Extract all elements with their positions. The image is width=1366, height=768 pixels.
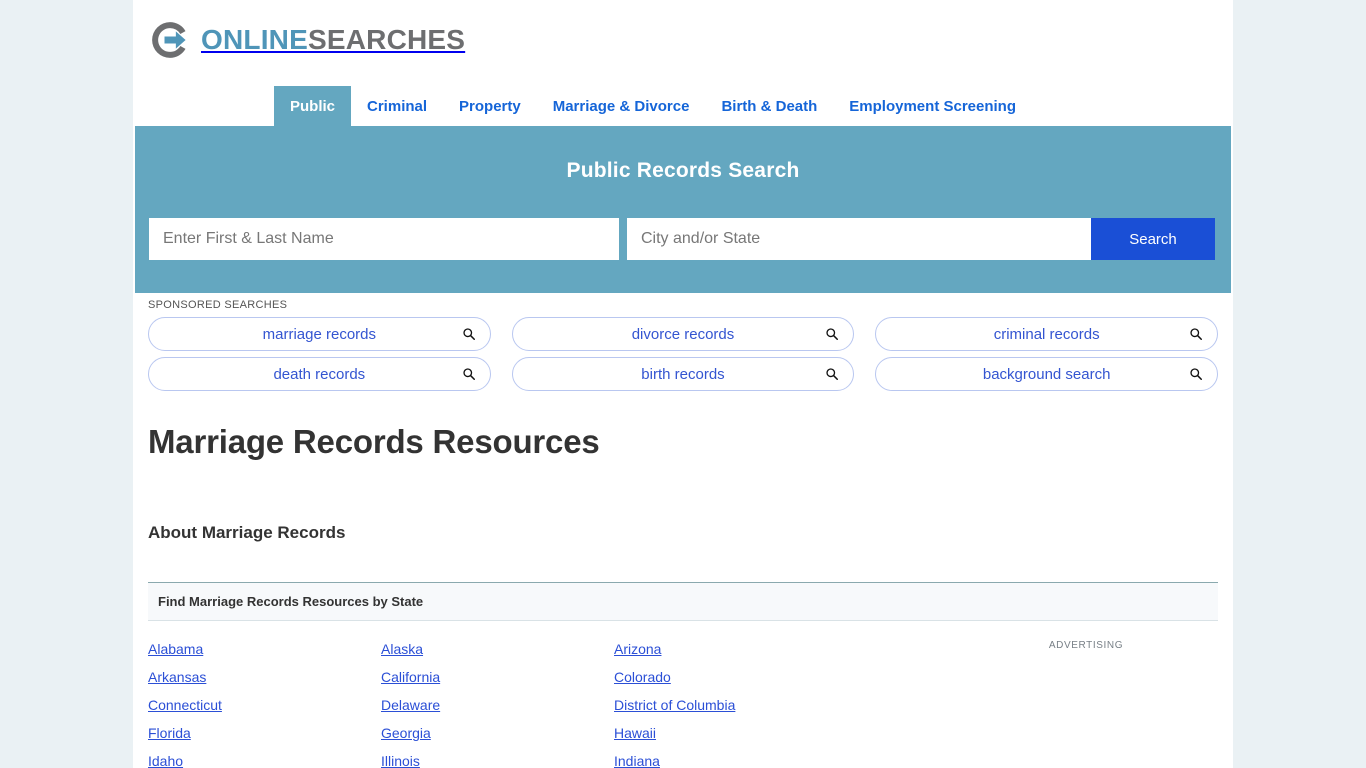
search-city-state-input[interactable] — [627, 218, 1091, 260]
state-link-district-of-columbia[interactable]: District of Columbia — [614, 691, 735, 719]
content-container: ONLINESEARCHES Public Criminal Property … — [133, 0, 1233, 768]
sponsored-pill-birth-records[interactable]: birth records — [512, 357, 855, 391]
sponsored-pill-label: birth records — [641, 366, 724, 383]
search-name-input[interactable] — [149, 218, 619, 260]
search-panel-title: Public Records Search — [135, 126, 1231, 183]
state-link-connecticut[interactable]: Connecticut — [148, 691, 222, 719]
search-form: Search — [149, 218, 1215, 260]
sponsored-pill-divorce-records[interactable]: divorce records — [512, 317, 855, 351]
state-link-idaho[interactable]: Idaho — [148, 747, 183, 768]
state-link-illinois[interactable]: Illinois — [381, 747, 420, 768]
nav-item-employment-screening[interactable]: Employment Screening — [833, 86, 1032, 126]
state-link-georgia[interactable]: Georgia — [381, 719, 431, 747]
logo-text-searches: SEARCHES — [308, 24, 465, 55]
search-icon — [825, 327, 839, 341]
main-content: Marriage Records Resources About Marriag… — [133, 405, 1233, 768]
sponsored-searches: SPONSORED SEARCHES marriage records divo… — [133, 293, 1233, 391]
state-link-alaska[interactable]: Alaska — [381, 635, 423, 663]
advertising-slot: ADVERTISING — [954, 635, 1218, 768]
logo-text: ONLINESEARCHES — [201, 26, 465, 54]
sponsored-pill-death-records[interactable]: death records — [148, 357, 491, 391]
nav-item-marriage-divorce[interactable]: Marriage & Divorce — [537, 86, 706, 126]
site-logo[interactable]: ONLINESEARCHES — [148, 16, 465, 64]
sponsored-pill-marriage-records[interactable]: marriage records — [148, 317, 491, 351]
circular-arrow-icon — [148, 18, 192, 62]
state-link-indiana[interactable]: Indiana — [614, 747, 660, 768]
advertising-label: ADVERTISING — [954, 640, 1218, 651]
main-navigation: Public Criminal Property Marriage & Divo… — [133, 86, 1233, 126]
nav-item-criminal[interactable]: Criminal — [351, 86, 443, 126]
state-resources-box: Find Marriage Records Resources by State… — [148, 582, 1218, 768]
search-icon — [825, 367, 839, 381]
state-link-alabama[interactable]: Alabama — [148, 635, 203, 663]
state-resources-body: Alabama Arkansas Connecticut Florida Ida… — [148, 621, 1218, 768]
state-resources-header: Find Marriage Records Resources by State — [148, 583, 1218, 621]
search-icon — [462, 327, 476, 341]
page-root: ONLINESEARCHES Public Criminal Property … — [0, 0, 1366, 768]
sponsored-pill-background-search[interactable]: background search — [875, 357, 1218, 391]
search-icon — [1189, 367, 1203, 381]
public-records-search-panel: Public Records Search Search — [135, 126, 1231, 293]
sponsored-pill-criminal-records[interactable]: criminal records — [875, 317, 1218, 351]
state-link-colorado[interactable]: Colorado — [614, 663, 671, 691]
search-icon — [1189, 327, 1203, 341]
state-link-florida[interactable]: Florida — [148, 719, 191, 747]
state-column-3: Arizona Colorado District of Columbia Ha… — [614, 635, 954, 768]
sponsored-pill-label: criminal records — [994, 326, 1100, 343]
state-link-columns: Alabama Arkansas Connecticut Florida Ida… — [148, 635, 954, 768]
state-column-2: Alaska California Delaware Georgia Illin… — [381, 635, 614, 768]
sponsored-pill-label: background search — [983, 366, 1111, 383]
search-button[interactable]: Search — [1091, 218, 1215, 260]
sponsored-pill-label: divorce records — [632, 326, 735, 343]
state-column-1: Alabama Arkansas Connecticut Florida Ida… — [148, 635, 381, 768]
search-icon — [462, 367, 476, 381]
state-link-california[interactable]: California — [381, 663, 440, 691]
state-link-hawaii[interactable]: Hawaii — [614, 719, 656, 747]
logo-text-online: ONLINE — [201, 24, 308, 55]
site-header: ONLINESEARCHES — [133, 0, 1233, 84]
sponsored-searches-label: SPONSORED SEARCHES — [148, 299, 1218, 311]
page-title: Marriage Records Resources — [148, 423, 1218, 461]
state-link-arkansas[interactable]: Arkansas — [148, 663, 206, 691]
about-section-title: About Marriage Records — [148, 523, 1218, 543]
state-link-delaware[interactable]: Delaware — [381, 691, 440, 719]
nav-item-property[interactable]: Property — [443, 86, 537, 126]
sponsored-pill-grid: marriage records divorce records crimina… — [148, 317, 1218, 391]
sponsored-pill-label: marriage records — [263, 326, 376, 343]
state-link-arizona[interactable]: Arizona — [614, 635, 661, 663]
nav-item-public[interactable]: Public — [274, 86, 351, 126]
sponsored-pill-label: death records — [273, 366, 365, 383]
nav-item-birth-death[interactable]: Birth & Death — [705, 86, 833, 126]
